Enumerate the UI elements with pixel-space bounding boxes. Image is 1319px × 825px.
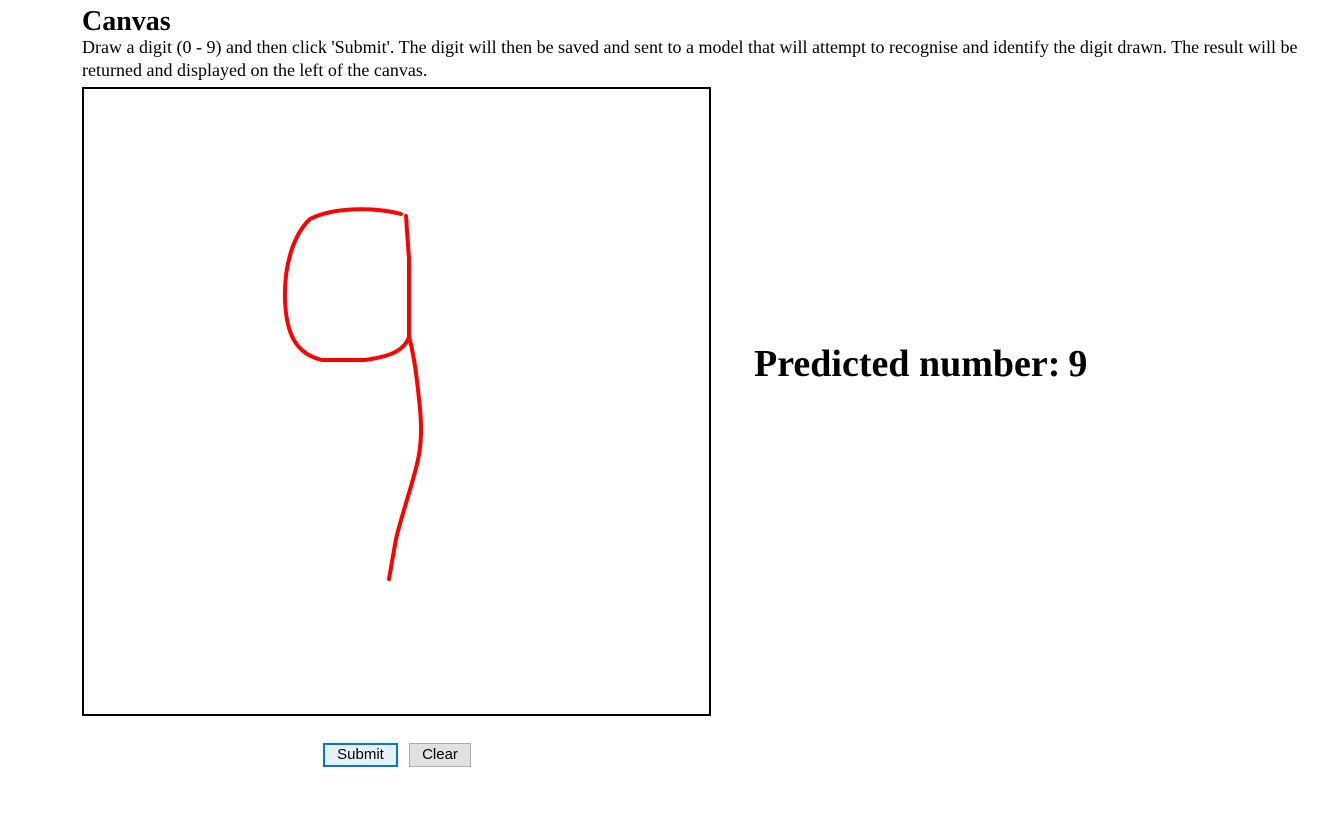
instructions-text: Draw a digit (0 - 9) and then click 'Sub… [82,37,1298,80]
drawn-digit-stroke [282,207,424,581]
prediction-result: Predicted number: 9 [754,342,1087,386]
drawing-canvas[interactable] [82,87,711,716]
page: Canvas Draw a digit (0 - 9) and then cli… [0,0,1319,825]
submit-button[interactable]: Submit [323,743,398,767]
drawing-surface[interactable] [84,89,709,714]
prediction-value: 9 [1068,343,1088,385]
prediction-label: Predicted number: [754,343,1061,385]
page-title: Canvas [82,6,171,37]
clear-button[interactable]: Clear [409,743,471,767]
